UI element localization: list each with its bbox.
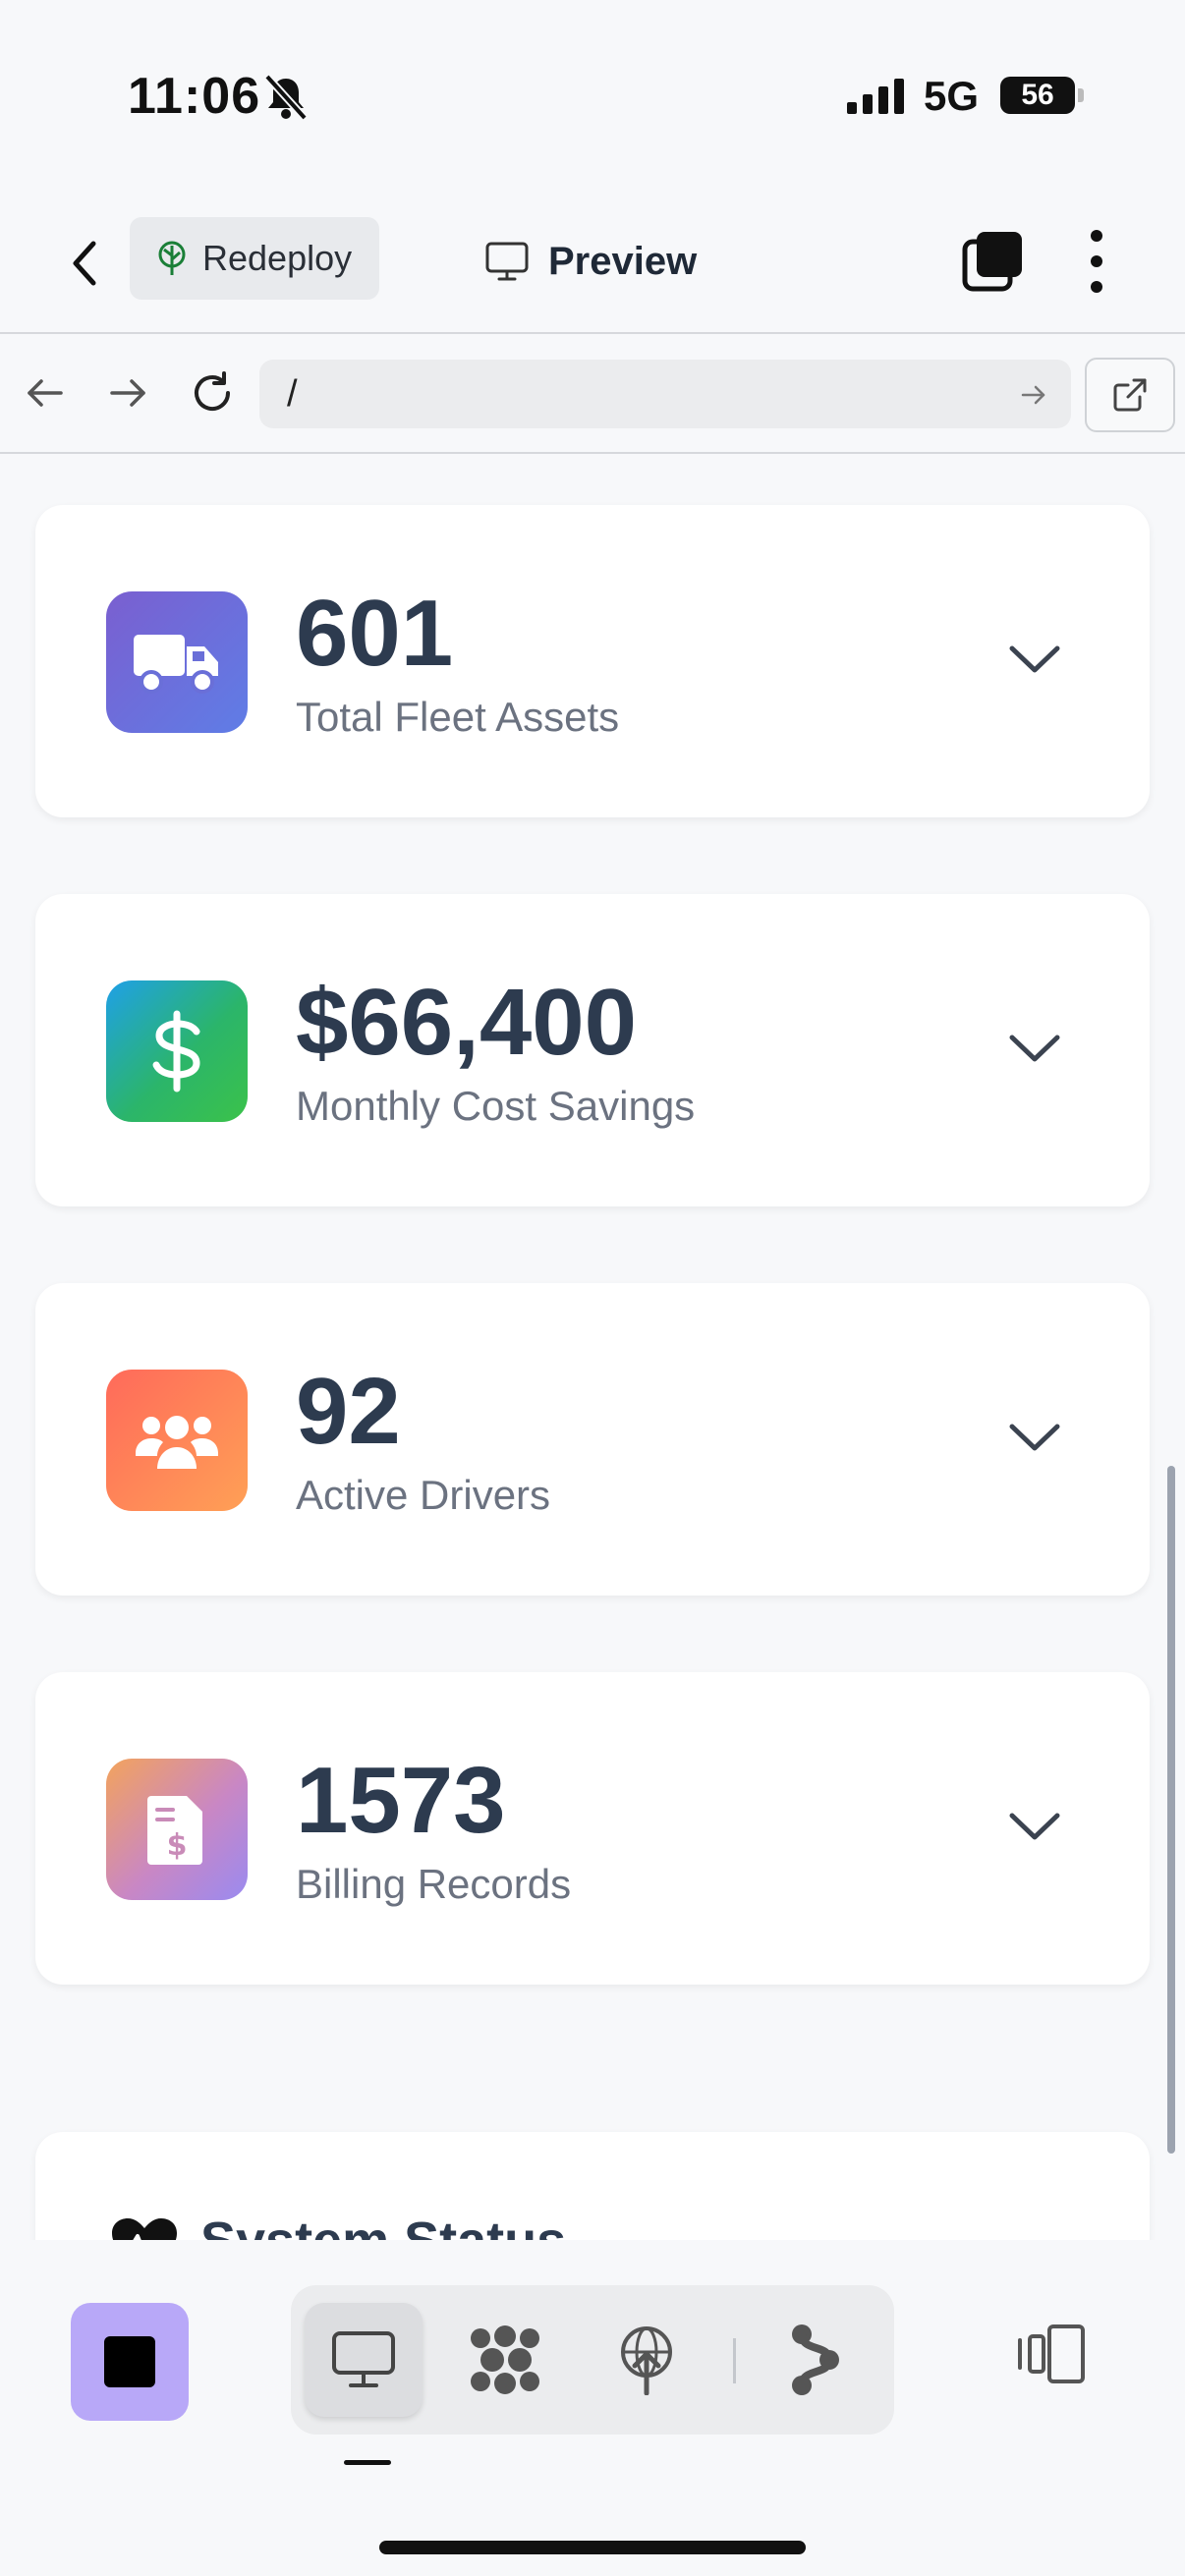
preview-label: Preview [548,239,698,283]
home-indicator [379,2541,806,2554]
monitor-icon [332,2331,395,2387]
mode-deploy[interactable] [588,2303,705,2417]
stat-label: Active Drivers [296,1472,551,1518]
invoice-icon-badge: $ [106,1759,248,1900]
signal-icon [847,79,904,114]
branch-icon [792,2324,839,2395]
split-view-icon[interactable] [1016,2323,1087,2385]
open-external-button[interactable] [1085,358,1175,432]
mode-preview[interactable] [305,2303,423,2417]
users-icon [136,1416,218,1469]
chevron-left-icon [73,241,96,286]
windows-icon[interactable] [961,230,1024,293]
url-text: / [287,373,298,415]
mode-divider [733,2338,736,2383]
heart-pulse-icon [112,2218,177,2240]
monitor-icon [485,242,529,281]
users-icon-badge [106,1370,248,1511]
cluster-icon [471,2325,539,2394]
redeploy-button[interactable]: Redeploy [130,217,379,300]
chevron-down-icon[interactable] [1008,1810,1061,1845]
mode-cluster[interactable] [446,2303,564,2417]
stat-label: Billing Records [296,1861,572,1907]
app-button[interactable] [71,2303,189,2421]
more-vertical-icon[interactable] [1075,226,1118,297]
url-input[interactable]: / [259,360,1071,428]
status-bar: 11:06 5G 56 [0,0,1185,196]
stat-value: 601 [296,581,454,686]
stat-label: Monthly Cost Savings [296,1083,696,1129]
system-status-title: System Status [200,2211,566,2240]
stat-card-cost-savings[interactable]: $66,400 Monthly Cost Savings [35,894,1150,1206]
chevron-down-icon[interactable] [1008,1032,1061,1067]
battery-indicator: 56 [1000,77,1075,114]
stat-card-active-drivers[interactable]: 92 Active Drivers [35,1283,1150,1596]
status-time: 11:06 [128,68,261,125]
dollar-icon-badge [106,980,248,1122]
mode-switcher [291,2285,894,2435]
arrow-right-icon[interactable] [1020,381,1047,409]
svg-text:$: $ [167,1828,188,1863]
back-button[interactable] [57,232,112,295]
active-tab-indicator [344,2460,391,2465]
bell-slash-icon [264,74,308,121]
browser-bar: / [0,334,1185,454]
content-area: 601 Total Fleet Assets $66,400 Monthly C… [0,454,1185,2240]
mode-branch[interactable] [757,2303,875,2417]
arrow-left-icon[interactable] [24,371,67,415]
system-status-card: System Status [35,2132,1150,2240]
stat-card-fleet-assets[interactable]: 601 Total Fleet Assets [35,505,1150,817]
arrow-right-icon[interactable] [106,371,149,415]
chevron-down-icon[interactable] [1008,643,1061,678]
tree-icon [158,241,186,275]
dollar-icon [152,1010,200,1092]
bottom-dock [0,2240,1185,2576]
scrollbar[interactable] [1167,1466,1175,2154]
external-link-icon [1113,378,1147,412]
stat-value: $66,400 [296,970,638,1075]
network-label: 5G [924,73,980,119]
redeploy-label: Redeploy [202,238,353,278]
chevron-down-icon[interactable] [1008,1421,1061,1456]
truck-icon-badge [106,591,248,733]
stat-card-billing-records[interactable]: $ 1573 Billing Records [35,1672,1150,1985]
truck-icon [134,635,218,694]
stop-icon [104,2336,155,2387]
stat-value: 92 [296,1359,401,1464]
invoice-icon: $ [147,1796,202,1865]
reload-icon[interactable] [189,369,236,417]
app-toolbar: Redeploy Preview [0,196,1185,334]
preview-tab[interactable]: Preview [485,230,697,293]
stat-value: 1573 [296,1748,506,1853]
globe-upload-icon [621,2326,672,2395]
stat-label: Total Fleet Assets [296,694,620,740]
battery-cap [1078,88,1084,102]
